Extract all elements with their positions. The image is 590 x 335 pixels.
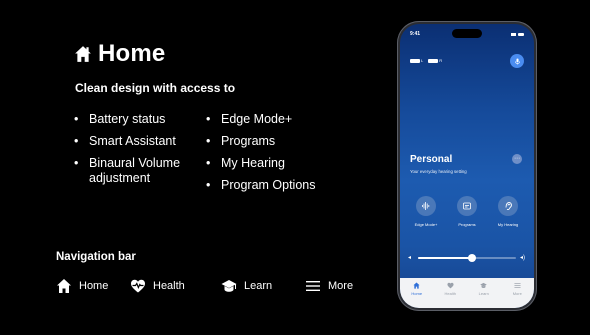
volume-low-icon: ◂ bbox=[408, 255, 412, 261]
nav-legend-label: Health bbox=[153, 280, 185, 292]
battery-left: L bbox=[410, 58, 423, 63]
feature-list-1: Battery status Smart Assistant Binaural … bbox=[74, 108, 209, 186]
graduation-cap-icon bbox=[480, 282, 488, 289]
sound-wave-icon bbox=[422, 202, 430, 210]
edge-mode-button[interactable]: Edge Mode+ bbox=[408, 196, 444, 227]
programs-icon bbox=[463, 202, 471, 210]
nav-legend-label: Learn bbox=[244, 280, 273, 292]
nav-legend-more: More bbox=[305, 278, 353, 294]
tab-learn[interactable]: Learn bbox=[471, 282, 496, 308]
feature-item: Edge Mode+ bbox=[206, 108, 346, 130]
program-options-button[interactable]: ⋯ bbox=[512, 154, 522, 164]
tab-label: Learn bbox=[478, 291, 489, 296]
tab-label: Home bbox=[411, 291, 423, 296]
battery-right-label: R bbox=[439, 58, 443, 63]
nav-heading: Navigation bar bbox=[56, 251, 136, 263]
battery-icon bbox=[518, 32, 524, 36]
tab-home[interactable]: Home bbox=[404, 282, 429, 308]
house-icon bbox=[75, 46, 91, 62]
control-label: Edge Mode+ bbox=[414, 222, 438, 227]
heart-pulse-icon bbox=[131, 279, 145, 293]
nav-legend: Home Health Learn More bbox=[56, 278, 353, 294]
house-icon bbox=[413, 282, 420, 289]
nav-legend-label: More bbox=[328, 280, 354, 292]
signal-icon bbox=[511, 32, 516, 36]
title-row: Home bbox=[74, 40, 165, 68]
heart-pulse-icon bbox=[447, 282, 454, 289]
battery-status[interactable]: L R bbox=[410, 58, 442, 63]
status-time: 9:41 bbox=[410, 31, 421, 37]
status-bar: 9:41 bbox=[410, 31, 524, 37]
ear-icon bbox=[505, 202, 512, 210]
nav-legend-home: Home bbox=[56, 278, 130, 294]
nav-legend-health: Health bbox=[130, 278, 221, 294]
smart-assistant-button[interactable] bbox=[510, 54, 524, 68]
menu-icon bbox=[306, 281, 320, 291]
phone-screen: 9:41 L R Personal Your everyday hearing … bbox=[400, 24, 534, 308]
volume-fill bbox=[418, 257, 472, 259]
feature-item: Battery status bbox=[74, 108, 209, 130]
nav-legend-learn: Learn bbox=[221, 278, 305, 294]
tab-health[interactable]: Health bbox=[438, 282, 463, 308]
program-name: Personal bbox=[410, 154, 453, 165]
nav-legend-label: Home bbox=[79, 280, 109, 292]
control-circle bbox=[457, 196, 477, 216]
feature-item: Programs bbox=[206, 130, 346, 152]
feature-item: Binaural Volume adjustment bbox=[74, 156, 209, 186]
feature-item: Program Options bbox=[206, 174, 346, 196]
microphone-icon bbox=[514, 57, 520, 65]
slide: Home Clean design with access to Battery… bbox=[0, 0, 590, 335]
battery-right: R bbox=[428, 58, 442, 63]
menu-icon bbox=[514, 283, 521, 288]
battery-left-icon bbox=[410, 58, 420, 63]
program-description: Your everyday hearing setting bbox=[410, 169, 467, 174]
tab-label: Health bbox=[444, 291, 457, 296]
feature-item: My Hearing bbox=[206, 152, 346, 174]
status-icons bbox=[511, 31, 524, 37]
control-label: Programs bbox=[458, 222, 476, 227]
programs-button[interactable]: Programs bbox=[449, 196, 485, 227]
phone-mockup: 9:41 L R Personal Your everyday hearing … bbox=[397, 21, 537, 311]
control-circle bbox=[416, 196, 436, 216]
battery-right-icon bbox=[428, 58, 439, 63]
page-title: Home bbox=[98, 40, 166, 67]
feature-item: Smart Assistant bbox=[74, 130, 209, 152]
tab-more[interactable]: More bbox=[505, 282, 530, 308]
volume-high-icon: ◂) bbox=[520, 255, 526, 261]
volume-slider[interactable]: ◂ ◂) bbox=[408, 254, 526, 262]
program-controls: Edge Mode+ Programs My Hearing bbox=[408, 196, 526, 227]
battery-left-label: L bbox=[421, 58, 424, 63]
volume-track bbox=[418, 254, 516, 262]
control-circle bbox=[498, 196, 518, 216]
tab-label: More bbox=[512, 291, 522, 296]
house-icon bbox=[57, 279, 71, 293]
subtitle: Clean design with access to bbox=[75, 81, 236, 95]
graduation-cap-icon bbox=[221, 280, 237, 292]
control-label: My Hearing bbox=[497, 222, 519, 227]
tab-bar: Home Health Learn More bbox=[400, 278, 534, 308]
feature-list-2: Edge Mode+ Programs My Hearing Program O… bbox=[206, 108, 346, 196]
volume-knob[interactable] bbox=[467, 254, 476, 262]
my-hearing-button[interactable]: My Hearing bbox=[490, 196, 526, 227]
ellipsis-icon: ⋯ bbox=[514, 156, 520, 162]
